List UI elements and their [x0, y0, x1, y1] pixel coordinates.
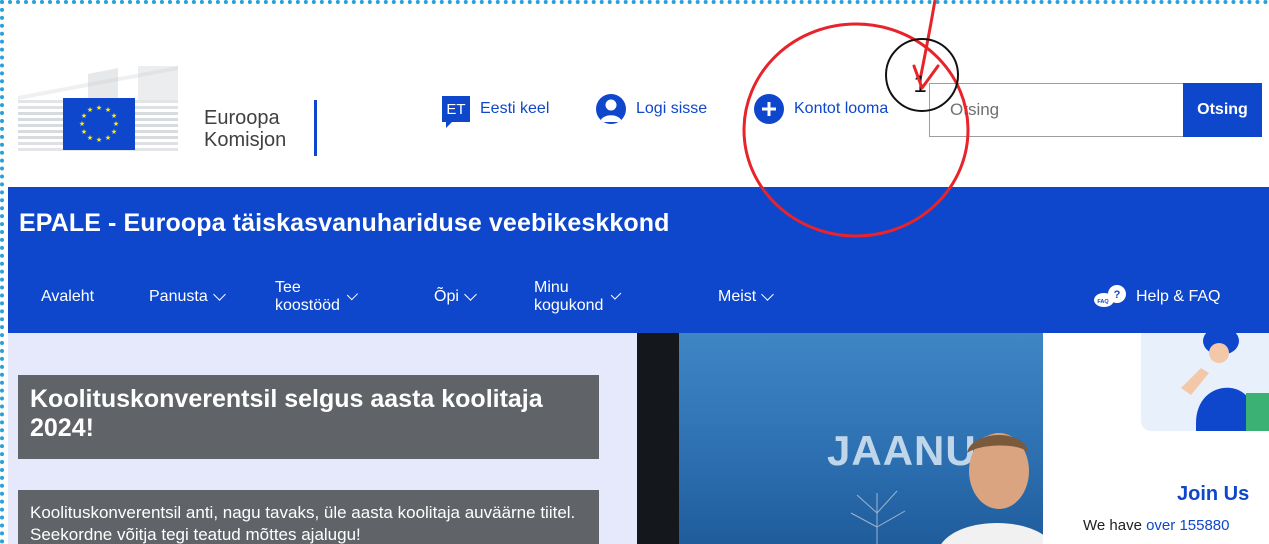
search-button[interactable]: Otsing: [1183, 83, 1262, 137]
create-account-label: Kontot looma: [794, 100, 889, 117]
page-outline-top: [0, 0, 1269, 6]
join-text: We have over 155880: [1083, 517, 1230, 534]
svg-text:★: ★: [96, 104, 102, 112]
chevron-down-icon: [212, 287, 226, 301]
nav-item-tee-koostood[interactable]: Tee koostööd: [267, 279, 364, 315]
logo-text: Euroopa Komisjon: [204, 107, 286, 151]
members-count-link[interactable]: over 155880: [1146, 517, 1229, 534]
nav-label: Minu kogukond: [534, 279, 604, 314]
feature-photo[interactable]: JAANUS: [637, 333, 1043, 544]
site-header: ★ ★ ★ ★ ★ ★ ★ ★ ★ ★ ★ ★ Euroopa Komisjon ET Eest…: [8, 8, 1269, 187]
help-label: Help & FAQ: [1136, 288, 1221, 305]
nav-item-avaleht[interactable]: Avaleht: [33, 288, 102, 306]
nav-label: Avaleht: [41, 288, 95, 305]
site-title[interactable]: EPALE - Euroopa täiskasvanuhariduse veeb…: [19, 209, 670, 238]
search-form: Otsing: [929, 83, 1262, 137]
nav-item-opi[interactable]: Õpi: [426, 287, 483, 306]
language-selector[interactable]: ET Eesti keel: [442, 91, 550, 128]
join-title: Join Us: [1177, 483, 1250, 505]
building-logo-icon: ★ ★★ ★★★ ★★★ ★★★: [18, 66, 178, 151]
photo-shadow: [637, 333, 679, 544]
nav-label: Õpi: [434, 288, 459, 305]
feature-text: Koolituskonverentsil anti, nagu tavaks, …: [18, 490, 599, 544]
svg-text:★: ★: [111, 128, 117, 136]
plant-decoration: [850, 490, 906, 544]
svg-text:★: ★: [111, 112, 117, 120]
join-text-prefix: We have: [1083, 517, 1147, 534]
chevron-down-icon: [347, 288, 359, 300]
logo-line-1: Euroopa: [204, 107, 280, 129]
faq-badge-text: FAQ: [1097, 299, 1109, 305]
nav-label: Panusta: [149, 288, 208, 305]
chevron-down-icon: [610, 288, 622, 300]
search-input[interactable]: [929, 83, 1183, 137]
user-icon: [596, 94, 626, 124]
svg-text:?: ?: [1114, 289, 1121, 301]
svg-text:★: ★: [87, 134, 93, 142]
join-panel: Join Us We have over 155880: [1043, 333, 1269, 544]
logo-line-2: Komisjon: [204, 129, 287, 151]
language-label: Eesti keel: [480, 100, 550, 117]
site-banner: EPALE - Euroopa täiskasvanuhariduse veeb…: [8, 187, 1269, 333]
nav-label: Meist: [718, 288, 757, 305]
language-code-badge: ET: [442, 96, 470, 128]
feature-panel: Koolituskonverentsil selgus aasta koolit…: [8, 333, 637, 544]
chevron-down-icon: [464, 287, 477, 301]
nav-item-panusta[interactable]: Panusta: [141, 287, 232, 306]
svg-text:★: ★: [96, 136, 102, 144]
nav-label: Tee koostööd: [275, 279, 340, 314]
login-label: Logi sisse: [636, 100, 708, 117]
page-outline-left: [0, 0, 6, 544]
european-commission-logo[interactable]: ★ ★ ★ ★ ★ ★ ★ ★ ★ ★ ★ ★ Euroopa Komisjon: [18, 66, 318, 166]
nav-item-minu-kogukond[interactable]: Minu kogukond: [526, 279, 627, 315]
chevron-down-icon: [761, 287, 775, 301]
svg-text:★: ★: [81, 128, 87, 136]
nav-item-meist[interactable]: Meist: [710, 287, 780, 306]
login-link[interactable]: Logi sisse: [596, 91, 707, 127]
svg-text:★: ★: [79, 120, 85, 128]
person-figure: [941, 433, 1043, 544]
feature-title[interactable]: Koolituskonverentsil selgus aasta koolit…: [18, 375, 599, 459]
community-illustration: [1141, 333, 1269, 431]
create-account-link[interactable]: Kontot looma: [754, 91, 888, 127]
svg-text:★: ★: [105, 134, 111, 142]
svg-text:★: ★: [87, 106, 93, 114]
help-faq-link[interactable]: ? FAQ Help & FAQ: [1094, 279, 1220, 315]
plus-icon: [754, 94, 784, 124]
logo-divider: [314, 100, 317, 156]
faq-icon: ? FAQ: [1094, 285, 1126, 307]
svg-text:★: ★: [113, 120, 119, 128]
